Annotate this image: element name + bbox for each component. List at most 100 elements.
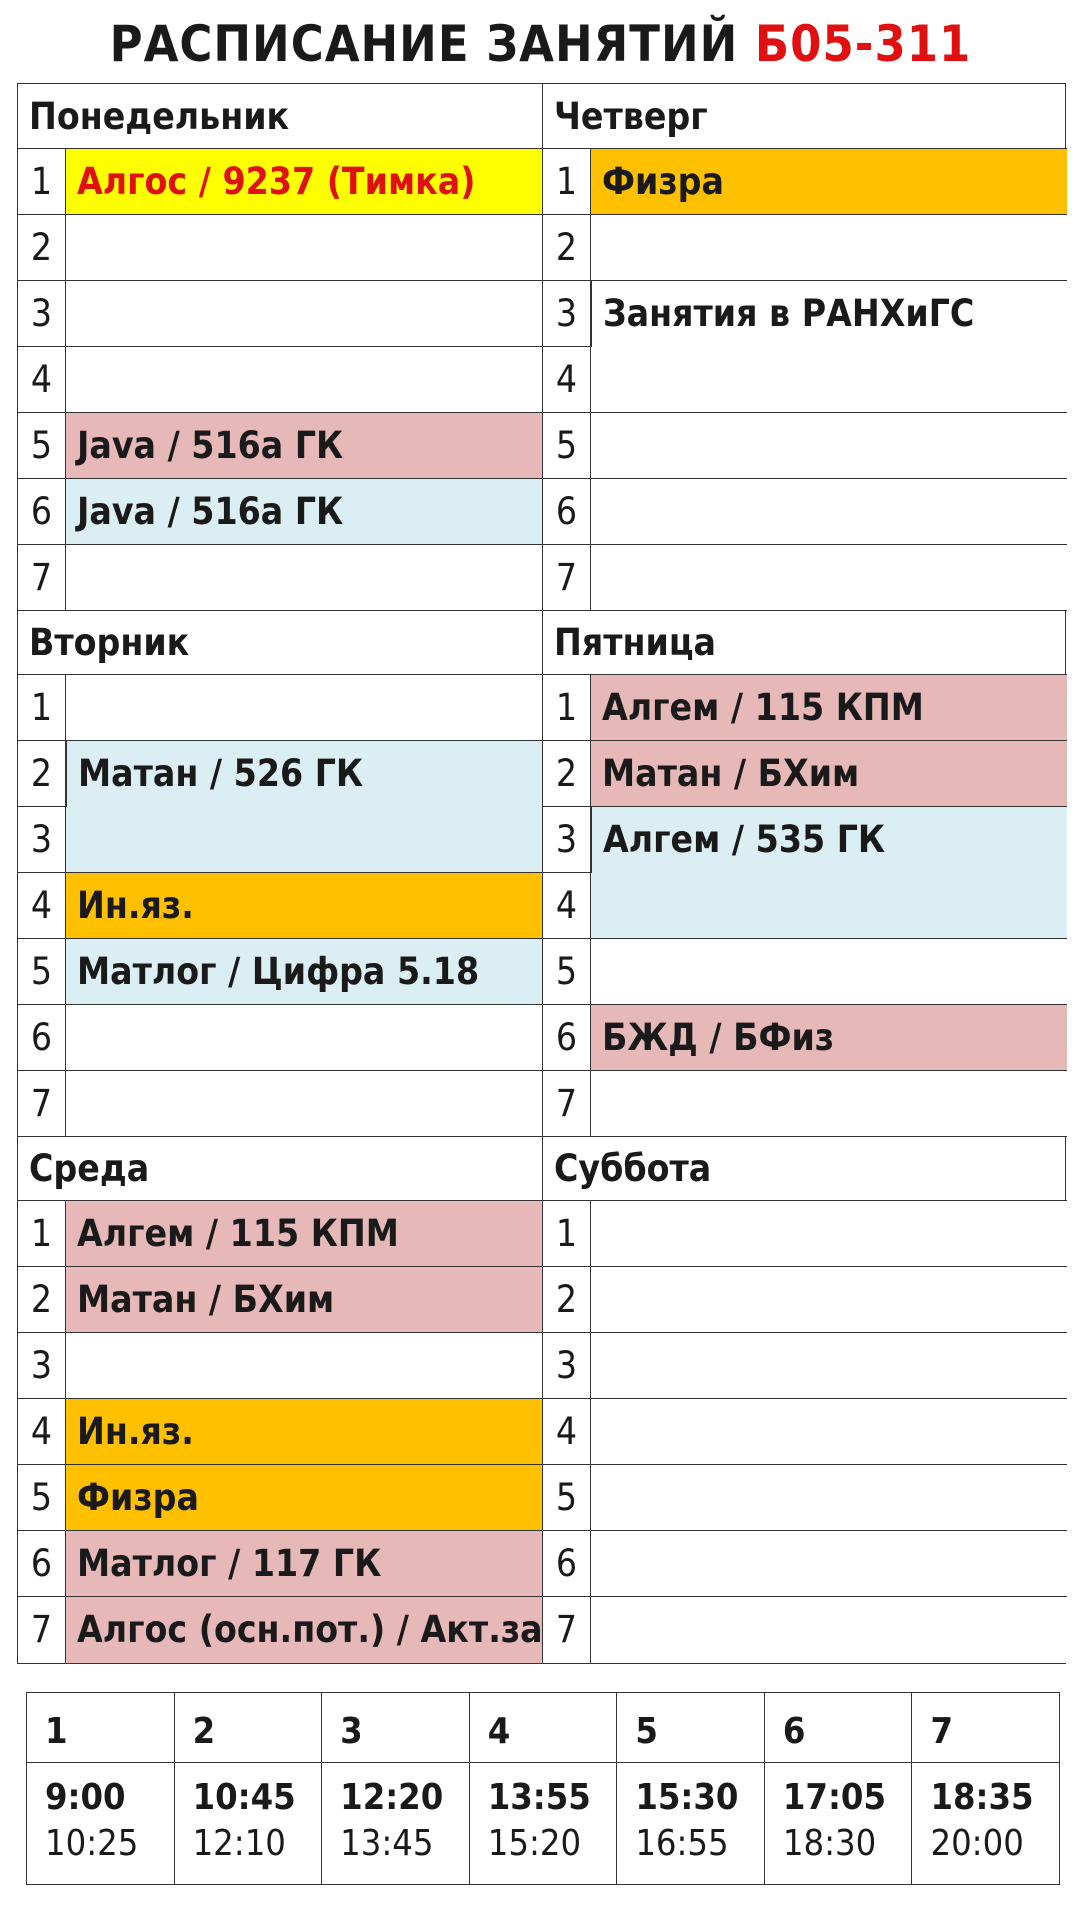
lesson-number: 3 [18, 281, 66, 346]
lesson-number: 5 [18, 413, 66, 478]
lesson-number: 1 [543, 1201, 591, 1266]
lesson-cell: Матлог / 117 ГК [66, 1531, 542, 1596]
lesson-cell [591, 479, 1067, 544]
group-code: Б05-311 [754, 15, 972, 73]
lesson-row: 4 [543, 1399, 1067, 1465]
lesson-row: 7 [543, 1071, 1067, 1137]
lesson-number: 3 [543, 1333, 591, 1398]
time-start: 18:35 [930, 1777, 1034, 1818]
lesson-cell [591, 413, 1067, 478]
title-text: РАСПИСАНИЕ ЗАНЯТИЙ [109, 15, 739, 73]
lesson-number: 2 [18, 215, 66, 280]
lesson-number: 3 [543, 281, 591, 346]
time-start: 9:00 [45, 1777, 126, 1818]
lesson-cell: Java / 516а ГК [66, 413, 542, 478]
lesson-row: 4 [543, 873, 1067, 939]
lesson-cell [66, 1333, 542, 1398]
lesson-number: 6 [18, 479, 66, 544]
lesson-row: 7 [18, 1071, 542, 1137]
lesson-row: 5 [543, 939, 1067, 1005]
lesson-number: 1 [18, 149, 66, 214]
schedule-column-left: Понедельник 1 Алгос / 9237 (Тимка) 2 3 4 5 Java… [18, 84, 542, 1663]
lesson-number: 7 [543, 1071, 591, 1136]
lesson-number: 5 [18, 939, 66, 1004]
time-end: 20:00 [930, 1823, 1024, 1864]
time-start: 12:20 [340, 1777, 444, 1818]
day-block: Вторник 1 2 Матан / 526 ГК 3 4 Ин.яз. 5 Матлог /… [18, 610, 542, 1137]
time-lesson-number: 6 [764, 1693, 912, 1763]
lesson-cell [591, 1531, 1067, 1596]
lesson-cell: Матан / БХим [591, 741, 1067, 806]
lesson-cell [66, 675, 542, 740]
lesson-number: 5 [543, 1465, 591, 1530]
lesson-row: 2 Матан / БХим [543, 741, 1067, 807]
lesson-times-table: 1 9:00 10:25 2 10:45 12:10 3 12:20 13:45 4 13:55 15… [26, 1692, 1060, 1885]
lesson-cell: Физра [66, 1465, 542, 1530]
lesson-row: 6 [543, 479, 1067, 545]
lesson-row: 4 Ин.яз. [18, 873, 542, 939]
lesson-number: 7 [18, 545, 66, 610]
lesson-row: 1 [18, 675, 542, 741]
lesson-row: 2 [543, 1267, 1067, 1333]
lesson-number: 6 [18, 1005, 66, 1070]
lesson-cell: Ин.яз. [66, 873, 542, 938]
lesson-cell [591, 215, 1067, 280]
lesson-row: 6 БЖД / БФиз [543, 1005, 1067, 1071]
day-name: Пятница [543, 610, 1067, 675]
lesson-number: 2 [543, 741, 591, 806]
time-column: 1 9:00 10:25 [27, 1693, 175, 1884]
lesson-row: 3 [18, 807, 542, 873]
lesson-cell [66, 347, 542, 412]
lesson-cell [591, 1201, 1067, 1266]
lesson-row: 5 Java / 516а ГК [18, 413, 542, 479]
lesson-number: 2 [18, 1267, 66, 1332]
time-end: 18:30 [782, 1823, 877, 1864]
lesson-number: 6 [543, 1531, 591, 1596]
lesson-number: 1 [18, 1201, 66, 1266]
lesson-row: 6 Матлог / 117 ГК [18, 1531, 542, 1597]
lesson-row: 1 Алгем / 115 КПМ [543, 675, 1067, 741]
lesson-row: 6 [18, 1005, 542, 1071]
lesson-row: 1 Алгем / 115 КПМ [18, 1201, 542, 1267]
time-start: 15:30 [635, 1777, 739, 1818]
time-start: 17:05 [782, 1777, 886, 1818]
lesson-number: 6 [543, 1005, 591, 1070]
lesson-cell [591, 1333, 1067, 1398]
time-column: 4 13:55 15:20 [469, 1693, 618, 1884]
lesson-row: 2 [18, 215, 542, 281]
time-end: 10:25 [45, 1823, 139, 1864]
time-end: 15:20 [487, 1823, 582, 1864]
lesson-number: 7 [18, 1597, 66, 1663]
time-column: 2 10:45 12:10 [174, 1693, 323, 1884]
time-column: 6 17:05 18:30 [764, 1693, 913, 1884]
time-column: 5 15:30 16:55 [617, 1693, 765, 1884]
time-start: 13:55 [487, 1777, 591, 1818]
time-lesson-number: 5 [617, 1693, 764, 1763]
lesson-row: 3 [18, 1333, 542, 1399]
lesson-number: 3 [18, 807, 66, 872]
lesson-row: 5 [543, 1465, 1067, 1531]
lesson-number: 6 [543, 479, 591, 544]
lesson-cell [66, 281, 542, 346]
schedule-column-right: Четверг 1 Физра 2 3 Занятия в РАНХиГС 4 5 6 7 Пятн… [542, 84, 1067, 1663]
lesson-row: 2 Матан / БХим [18, 1267, 542, 1333]
day-block: Понедельник 1 Алгос / 9237 (Тимка) 2 3 4 5 Java… [18, 84, 542, 611]
lesson-cell: Ин.яз. [66, 1399, 542, 1464]
lesson-cell [591, 1071, 1067, 1136]
lesson-row: 6 [543, 1531, 1067, 1597]
lesson-cell: Алгос (осн.пот.) / Акт.зал [66, 1597, 542, 1663]
lesson-cell [591, 1597, 1067, 1663]
lesson-number: 5 [543, 939, 591, 1004]
lesson-cell [66, 1071, 542, 1136]
lesson-number: 4 [18, 1399, 66, 1464]
lesson-number: 2 [543, 215, 591, 280]
lesson-number: 3 [18, 1333, 66, 1398]
lesson-number: 4 [543, 873, 591, 938]
lesson-number: 4 [18, 873, 66, 938]
lesson-number: 7 [543, 545, 591, 610]
time-lesson-number: 7 [912, 1693, 1060, 1763]
lesson-cell [66, 545, 542, 610]
time-end: 12:10 [192, 1823, 286, 1864]
time-lesson-number: 4 [469, 1693, 617, 1763]
page-title: РАСПИСАНИЕ ЗАНЯТИЙ Б05-311 [0, 12, 1081, 76]
